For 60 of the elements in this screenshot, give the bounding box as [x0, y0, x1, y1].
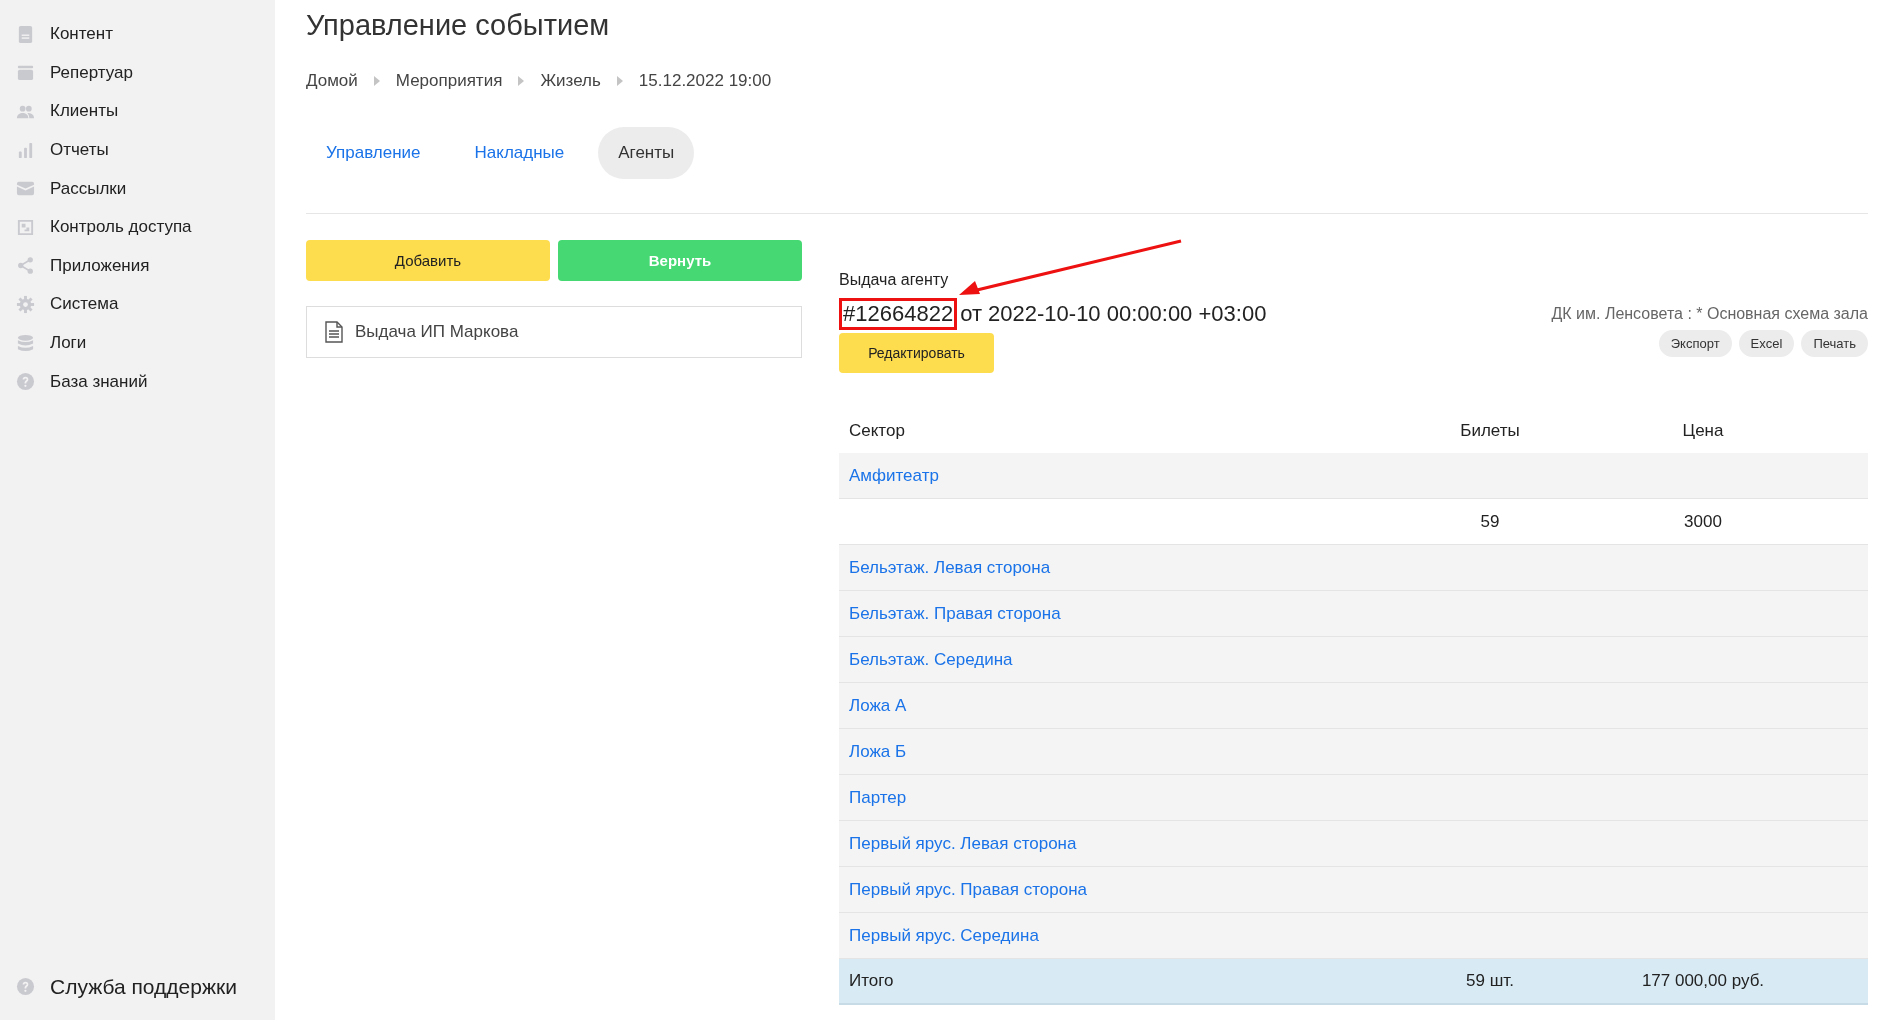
sector-link[interactable]: Бельэтаж. Левая сторона — [849, 557, 1051, 578]
section-caption: Выдача агенту — [839, 271, 950, 289]
tab[interactable]: Агенты — [598, 127, 695, 179]
sector-link[interactable]: Ложа А — [849, 695, 907, 716]
document-list-item[interactable]: Выдача ИП Маркова — [306, 306, 802, 358]
sector-link[interactable]: Первый ярус. Середина — [849, 925, 1039, 946]
database-icon — [16, 333, 35, 353]
sidebar-item[interactable]: Контроль доступа — [0, 207, 275, 247]
sidebar-item[interactable]: Логи — [0, 323, 275, 363]
venue-text: ДК им. Ленсовета : * Основная схема зала — [1551, 305, 1868, 323]
share-icon — [16, 256, 35, 276]
action-button[interactable]: Печать — [1801, 330, 1868, 357]
sector-link[interactable]: Амфитеатр — [849, 465, 939, 486]
total-price: 177 000,00 руб. — [1641, 971, 1765, 990]
action-button[interactable]: Экспорт — [1658, 330, 1732, 357]
sector-link[interactable]: Партер — [849, 787, 907, 808]
sector-link[interactable]: Ложа Б — [849, 741, 907, 762]
table-cell-text: 3000 — [1683, 511, 1723, 532]
sidebar-item[interactable]: Клиенты — [0, 92, 275, 131]
add-button[interactable]: Добавить — [306, 240, 550, 281]
column-header: Цена — [1681, 421, 1725, 441]
document-icon — [16, 24, 35, 44]
chevron-right-icon — [373, 76, 380, 86]
sidebar-item[interactable]: База знаний — [0, 362, 275, 401]
issue-date: от 2022-10-10 00:00:00 +03:00 — [960, 301, 1267, 327]
action-button[interactable]: Excel — [1738, 330, 1795, 357]
support-link[interactable]: Служба поддержки — [0, 967, 275, 1006]
chevron-right-icon — [518, 76, 525, 86]
edit-button[interactable]: Редактировать — [839, 333, 994, 373]
column-header: Сектор — [848, 421, 906, 441]
help-icon — [16, 372, 35, 392]
column-header: Билеты — [1459, 421, 1521, 441]
sidebar-item[interactable]: Отчеты — [0, 130, 275, 170]
help-icon — [16, 977, 35, 997]
sidebar-item[interactable]: Контент — [0, 15, 275, 54]
sector-link[interactable]: Бельэтаж. Середина — [849, 649, 1013, 670]
calendar-icon — [16, 63, 35, 83]
breadcrumb-link[interactable]: 15.12.2022 19:00 — [638, 71, 772, 91]
issue-number: #12664822 — [839, 298, 958, 330]
sidebar-item[interactable]: Репертуар — [0, 53, 275, 93]
breadcrumb-link[interactable]: Жизель — [540, 71, 601, 91]
sidebar-item[interactable]: Приложения — [0, 246, 275, 286]
bars-icon — [16, 140, 35, 160]
sector-link[interactable]: Бельэтаж. Правая сторона — [849, 603, 1061, 624]
breadcrumb-link[interactable]: Домой — [306, 71, 358, 91]
page-title: Управление событием — [306, 8, 611, 42]
access-icon — [16, 217, 35, 237]
table-cell-text: 59 — [1479, 511, 1501, 532]
tab[interactable]: Накладные — [454, 127, 585, 179]
chevron-right-icon — [616, 76, 623, 86]
sector-link[interactable]: Первый ярус. Правая сторона — [849, 879, 1087, 900]
gear-icon — [16, 294, 35, 314]
document-icon — [325, 321, 343, 343]
sidebar-item[interactable]: Система — [0, 285, 275, 324]
total-label: Итого — [849, 971, 894, 990]
sidebar-item[interactable]: Рассылки — [0, 169, 275, 208]
tab[interactable]: Управление — [306, 127, 441, 179]
breadcrumb-link[interactable]: Мероприятия — [395, 71, 503, 91]
total-tickets: 59 шт. — [1466, 971, 1514, 990]
sector-link[interactable]: Первый ярус. Левая сторона — [849, 833, 1077, 854]
